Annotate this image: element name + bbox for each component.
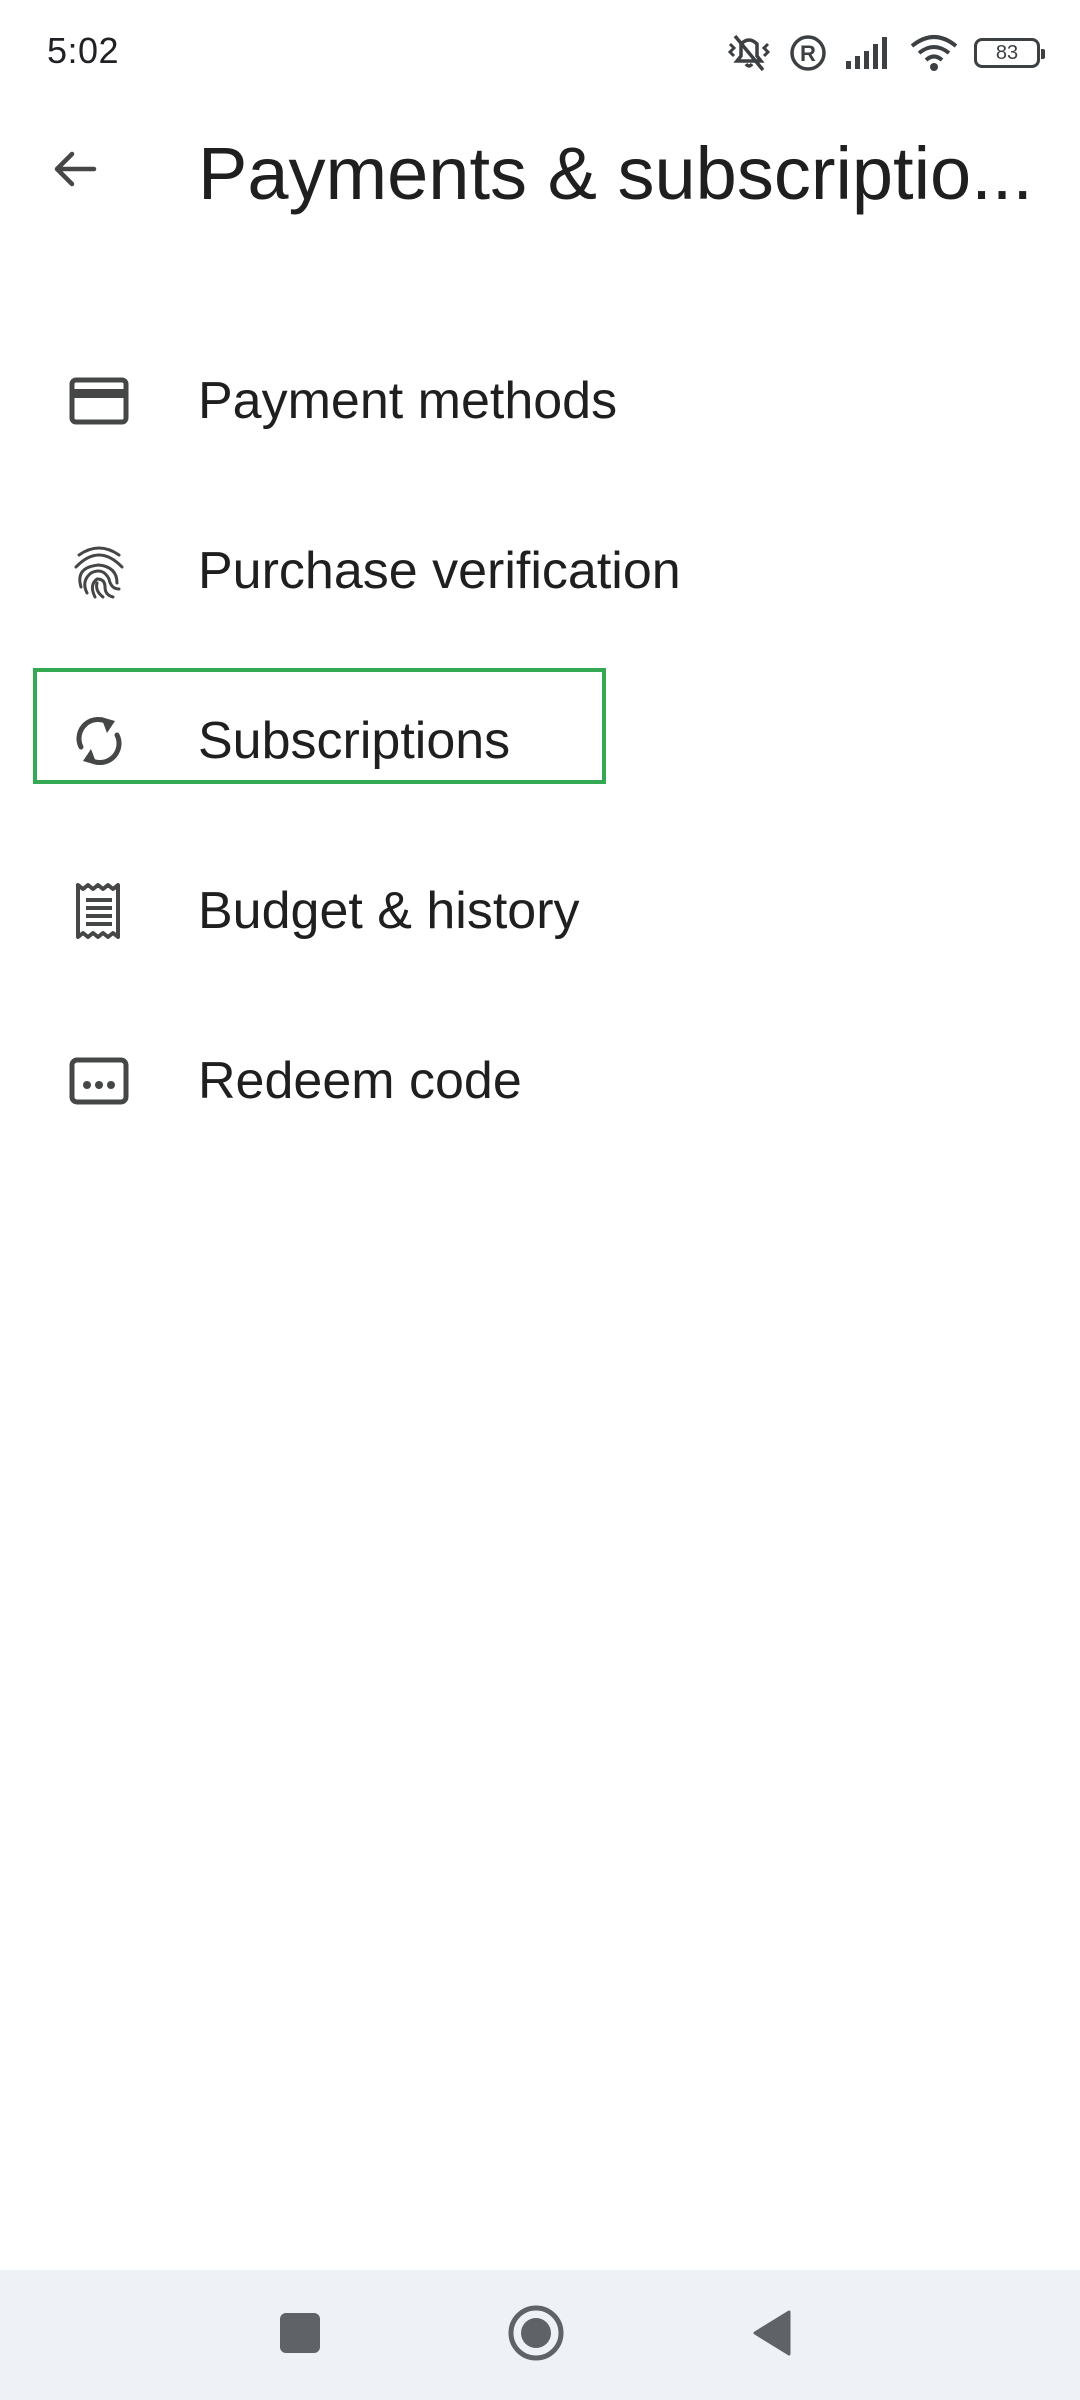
menu-item-label: Purchase verification xyxy=(198,542,681,600)
credit-card-icon xyxy=(64,366,134,436)
receipt-icon xyxy=(64,876,134,946)
menu-item-label: Payment methods xyxy=(198,372,618,430)
page-title: Payments & subscriptio... xyxy=(198,132,1033,215)
back-button[interactable] xyxy=(30,126,120,216)
arrow-back-icon xyxy=(50,144,100,199)
signal-icon xyxy=(844,35,894,71)
recents-square-icon xyxy=(278,2311,322,2360)
fingerprint-icon xyxy=(64,536,134,606)
svg-text:R: R xyxy=(800,41,816,66)
home-button[interactable] xyxy=(496,2295,576,2375)
menu-item-label: Redeem code xyxy=(198,1052,522,1110)
back-triangle-icon xyxy=(749,2308,795,2363)
home-circle-icon xyxy=(507,2304,565,2367)
status-icons: R 83 xyxy=(726,28,1045,78)
sync-icon xyxy=(64,706,134,776)
status-bar: 5:02 R 83 xyxy=(0,0,1080,104)
menu-list: Payment methods Purchase verification Su… xyxy=(0,316,1080,1166)
recents-button[interactable] xyxy=(260,2295,340,2375)
screen: 5:02 R 83 Payments & subscriptio... Paym… xyxy=(0,0,1080,2400)
status-time: 5:02 xyxy=(47,30,120,71)
menu-item-budget-history[interactable]: Budget & history xyxy=(0,826,1080,996)
menu-item-label: Budget & history xyxy=(198,882,580,940)
navigation-bar xyxy=(0,2270,1080,2400)
wifi-icon xyxy=(910,34,958,72)
menu-item-label: Subscriptions xyxy=(198,712,511,770)
battery-level: 83 xyxy=(995,41,1019,64)
vibrate-off-icon xyxy=(726,32,772,74)
menu-item-purchase-verification[interactable]: Purchase verification xyxy=(0,486,1080,656)
nav-back-button[interactable] xyxy=(732,2295,812,2375)
menu-item-payment-methods[interactable]: Payment methods xyxy=(0,316,1080,486)
menu-item-redeem-code[interactable]: Redeem code xyxy=(0,996,1080,1166)
battery-icon: 83 xyxy=(974,38,1045,68)
redeem-code-icon xyxy=(64,1046,134,1116)
registered-icon: R xyxy=(788,33,828,73)
menu-item-subscriptions[interactable]: Subscriptions xyxy=(0,656,1080,826)
app-bar: Payments & subscriptio... xyxy=(0,110,1080,230)
